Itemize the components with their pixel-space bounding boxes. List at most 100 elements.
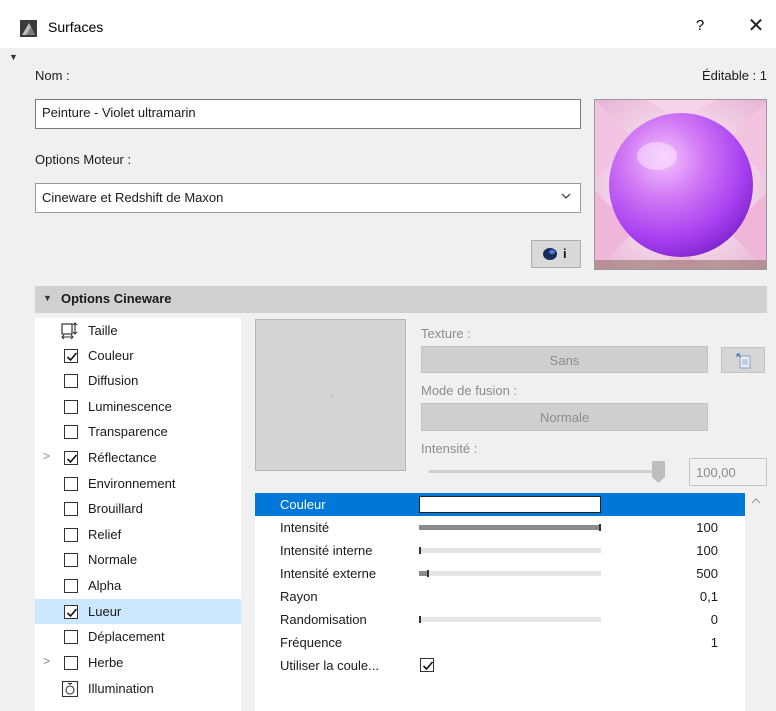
channel-item-diffusion[interactable]: Diffusion (35, 368, 241, 393)
param-slider[interactable] (419, 547, 601, 554)
close-button[interactable]: ✕ (744, 13, 768, 39)
channel-checkbox[interactable] (64, 553, 78, 567)
param-slider[interactable] (419, 524, 601, 531)
param-row-intensite-interne[interactable]: Intensité interne 100 (255, 539, 745, 562)
channel-checkbox[interactable] (64, 425, 78, 439)
engine-label: Options Moteur : (35, 152, 132, 167)
slider-handle[interactable] (419, 616, 421, 623)
expand-chevron-icon[interactable]: > (43, 449, 50, 463)
blend-mode-select[interactable]: Normale (421, 403, 708, 431)
cineware-section-header[interactable]: ▼ Options Cineware (35, 286, 767, 313)
param-name: Couleur (280, 497, 326, 512)
slider-handle[interactable] (419, 547, 421, 554)
param-value[interactable]: 0,1 (700, 589, 718, 604)
channel-label: Déplacement (88, 629, 165, 644)
help-button[interactable]: ? (690, 17, 710, 39)
channel-item-illumination[interactable]: Illumination (35, 676, 241, 701)
channel-checkbox[interactable] (64, 451, 78, 465)
channel-label: Environnement (88, 476, 176, 491)
channel-checkbox[interactable] (64, 374, 78, 388)
slider-handle[interactable] (427, 570, 429, 577)
channel-checkbox[interactable] (64, 605, 78, 619)
illumination-icon (61, 680, 79, 698)
render-engine-icon (543, 248, 557, 260)
param-name: Intensité (280, 520, 330, 535)
slider-fill (419, 525, 601, 530)
swatch-center-dot (330, 394, 333, 397)
intensity-slider-track[interactable] (429, 470, 665, 473)
channel-checkbox[interactable] (64, 579, 78, 593)
engine-info-button[interactable]: i (531, 240, 581, 268)
param-checkbox[interactable] (420, 658, 434, 672)
texture-swatch[interactable] (255, 319, 406, 471)
channel-item-couleur[interactable]: Couleur (35, 343, 241, 368)
collapse-triangle-icon: ▼ (43, 293, 52, 303)
texture-select-button[interactable]: Sans (421, 346, 708, 373)
engine-select[interactable]: Cineware et Redshift de Maxon (35, 183, 581, 213)
engine-select-value: Cineware et Redshift de Maxon (42, 190, 224, 205)
browse-texture-button[interactable] (721, 347, 765, 373)
channel-item-luminescence[interactable]: Luminescence (35, 394, 241, 419)
name-field[interactable]: Peinture - Violet ultramarin (35, 99, 581, 129)
channel-item-relief[interactable]: Relief (35, 522, 241, 547)
preview-sphere (595, 100, 766, 269)
param-grid-scrollbar[interactable] (746, 493, 767, 711)
param-row-couleur[interactable]: Couleur (255, 493, 745, 516)
folder-browse-icon (736, 353, 751, 369)
channel-checkbox[interactable] (64, 528, 78, 542)
info-icon: i (563, 246, 567, 261)
title-bar: Surfaces ? ✕ (0, 0, 776, 48)
section-title: Options Cineware (61, 291, 172, 306)
app-icon (20, 20, 37, 37)
param-slider[interactable] (419, 570, 601, 577)
channel-checkbox[interactable] (64, 477, 78, 491)
intensity-slider-thumb[interactable] (652, 461, 665, 483)
scroll-up-icon[interactable] (751, 497, 761, 505)
channel-label: Taille (88, 323, 118, 338)
channel-item-transparence[interactable]: Transparence (35, 419, 241, 444)
channel-label: Alpha (88, 578, 122, 593)
param-value[interactable]: 0 (711, 612, 718, 627)
param-slider[interactable] (419, 616, 601, 623)
channel-label: Diffusion (88, 373, 139, 388)
channel-label: Illumination (88, 681, 154, 696)
editable-count: Éditable : 1 (701, 68, 767, 83)
param-value[interactable]: 100 (696, 520, 718, 535)
channel-item-brouillard[interactable]: Brouillard (35, 496, 241, 521)
channel-checkbox[interactable] (64, 400, 78, 414)
material-preview (594, 99, 767, 270)
param-row-utiliser-couleur[interactable]: Utiliser la coule... (255, 654, 745, 677)
channel-item-reflectance[interactable]: > Réflectance (35, 445, 241, 470)
param-row-rayon[interactable]: Rayon 0,1 (255, 585, 745, 608)
channel-item-normale[interactable]: Normale (35, 547, 241, 572)
channel-checkbox[interactable] (64, 502, 78, 516)
param-row-intensite-externe[interactable]: Intensité externe 500 (255, 562, 745, 585)
channel-label: Transparence (88, 424, 168, 439)
channel-item-deplacement[interactable]: Déplacement (35, 624, 241, 649)
channel-list: Taille Couleur Diffusion Luminescence Tr… (35, 318, 241, 711)
channel-label: Brouillard (88, 501, 143, 516)
intensity-value-field[interactable]: 100,00 (689, 458, 767, 486)
channel-checkbox[interactable] (64, 630, 78, 644)
size-icon (61, 322, 78, 340)
param-row-intensite[interactable]: Intensité 100 (255, 516, 745, 539)
param-value[interactable]: 1 (711, 635, 718, 650)
channel-checkbox[interactable] (64, 656, 78, 670)
expand-chevron-icon[interactable]: > (43, 654, 50, 668)
collapse-grip-icon[interactable]: ▼ (9, 52, 18, 62)
channel-item-lueur[interactable]: Lueur (35, 599, 241, 624)
param-value[interactable]: 100 (696, 543, 718, 558)
check-icon (66, 352, 78, 362)
color-swatch[interactable] (419, 496, 601, 513)
slider-handle[interactable] (599, 524, 601, 531)
channel-label: Couleur (88, 348, 134, 363)
param-row-randomisation[interactable]: Randomisation 0 (255, 608, 745, 631)
channel-item-taille[interactable]: Taille (35, 318, 241, 343)
channel-item-alpha[interactable]: Alpha (35, 573, 241, 598)
channel-item-herbe[interactable]: > Herbe (35, 650, 241, 675)
channel-item-environnement[interactable]: Environnement (35, 471, 241, 496)
glow-parameter-grid: Couleur Intensité 100 Intensité interne … (255, 493, 745, 711)
param-value[interactable]: 500 (696, 566, 718, 581)
channel-checkbox[interactable] (64, 349, 78, 363)
param-row-frequence[interactable]: Fréquence 1 (255, 631, 745, 654)
